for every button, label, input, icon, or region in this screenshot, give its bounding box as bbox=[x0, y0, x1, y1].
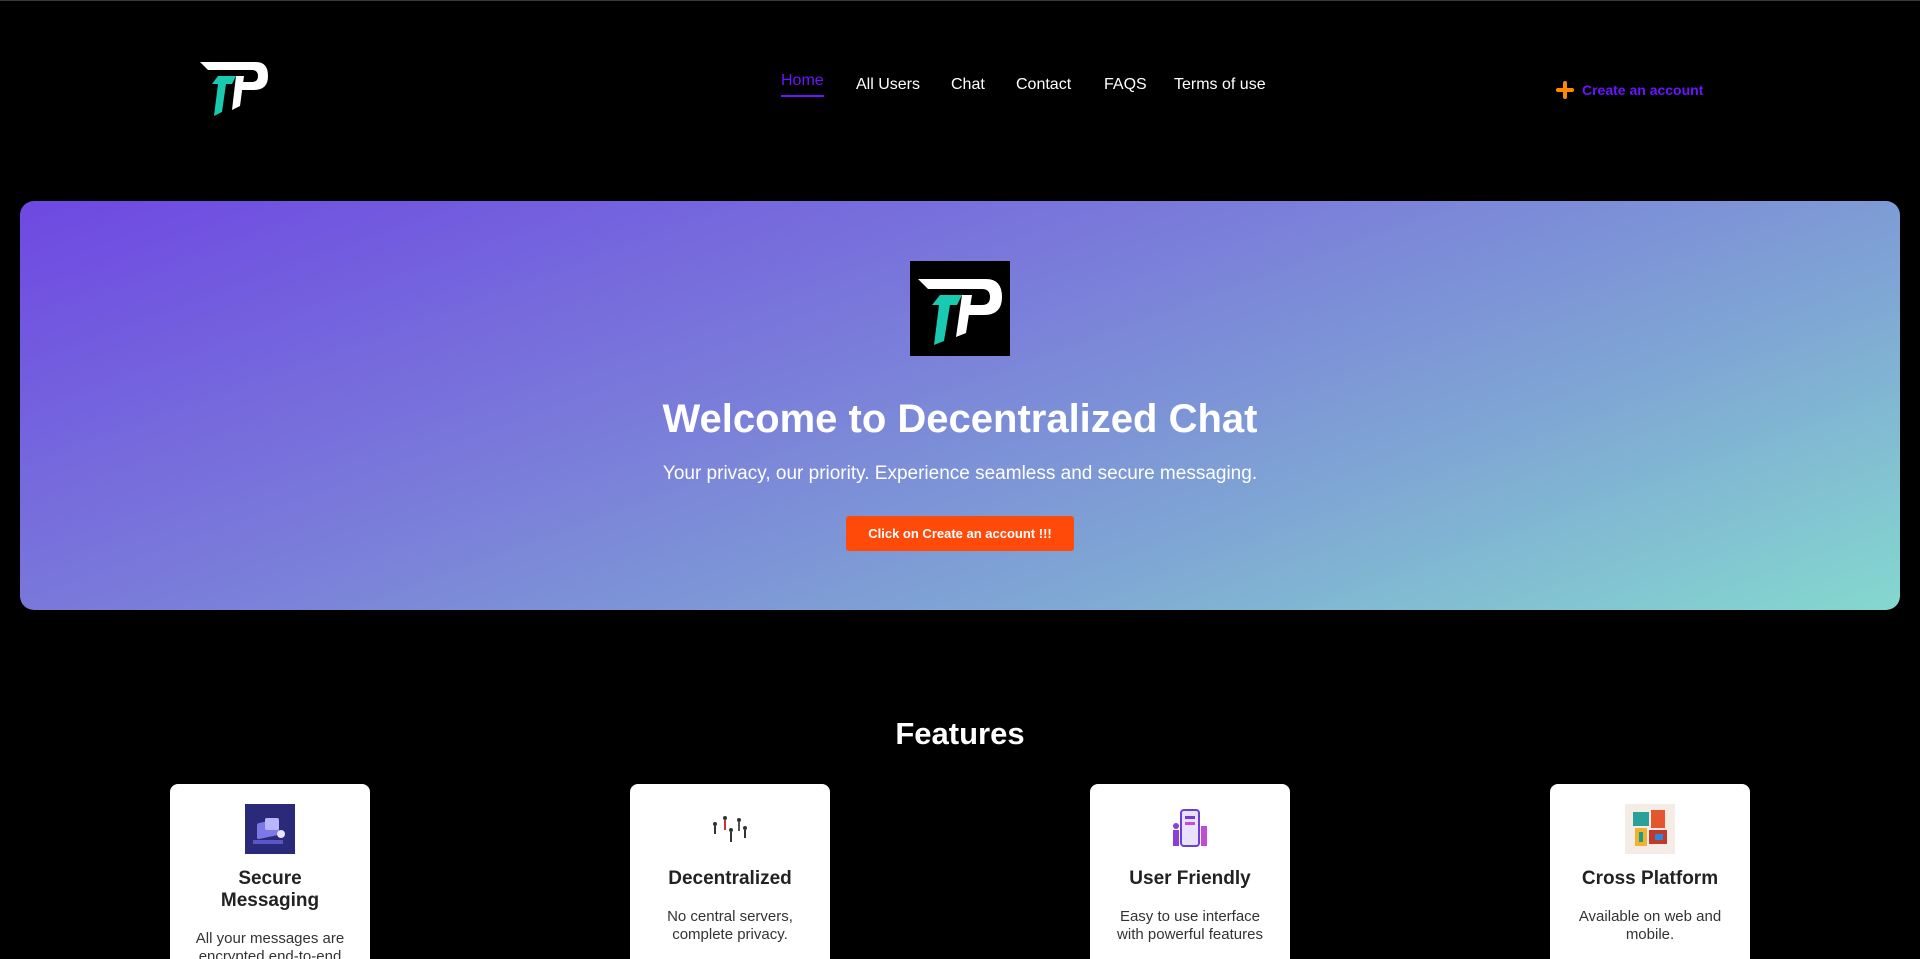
cross-platform-icon bbox=[1625, 804, 1675, 854]
feature-card-decentralized: Decentralized No central servers, comple… bbox=[630, 784, 830, 959]
feature-card-title: User Friendly bbox=[1129, 868, 1251, 889]
feature-card-desc: No central servers, complete privacy. bbox=[667, 908, 793, 943]
decentralized-icon bbox=[705, 804, 755, 854]
nav-chat[interactable]: Chat bbox=[951, 76, 985, 94]
nav-contact[interactable]: Contact bbox=[1016, 76, 1071, 94]
site-header: Home All Users Chat Contact FAQS Terms o… bbox=[0, 0, 1920, 180]
plus-icon bbox=[1556, 81, 1574, 99]
logo-icon bbox=[918, 279, 1002, 345]
create-account-button[interactable]: Click on Create an account !!! bbox=[846, 516, 1074, 551]
feature-card-desc: All your messages are encrypted end-to-e… bbox=[195, 930, 345, 959]
feature-card-title: Secure Messaging bbox=[220, 868, 320, 911]
feature-card-user-friendly: User Friendly Easy to use interface with… bbox=[1090, 784, 1290, 959]
create-account-label: Create an account bbox=[1582, 82, 1704, 98]
feature-card-cross-platform: Cross Platform Available on web and mobi… bbox=[1550, 784, 1750, 959]
hero-logo bbox=[910, 261, 1010, 356]
user-friendly-icon bbox=[1165, 804, 1215, 854]
feature-card-desc: Available on web and mobile. bbox=[1578, 908, 1722, 943]
nav-home[interactable]: Home bbox=[781, 72, 824, 97]
secure-messaging-icon bbox=[245, 804, 295, 854]
feature-card-title: Cross Platform bbox=[1581, 868, 1719, 889]
nav-terms[interactable]: Terms of use bbox=[1174, 76, 1266, 94]
feature-card-secure-messaging: Secure Messaging All your messages are e… bbox=[170, 784, 370, 959]
feature-card-desc: Easy to use interface with powerful feat… bbox=[1117, 908, 1263, 943]
feature-card-title: Decentralized bbox=[668, 868, 792, 889]
create-account-link[interactable]: Create an account bbox=[1556, 81, 1703, 99]
features-title: Features bbox=[895, 716, 1025, 751]
hero-title: Welcome to Decentralized Chat bbox=[662, 397, 1258, 441]
hero-subtitle: Your privacy, our priority. Experience s… bbox=[662, 463, 1258, 484]
nav-all-users[interactable]: All Users bbox=[856, 76, 920, 94]
hero-banner: Welcome to Decentralized Chat Your priva… bbox=[20, 201, 1900, 610]
nav-faqs[interactable]: FAQS bbox=[1104, 76, 1147, 94]
